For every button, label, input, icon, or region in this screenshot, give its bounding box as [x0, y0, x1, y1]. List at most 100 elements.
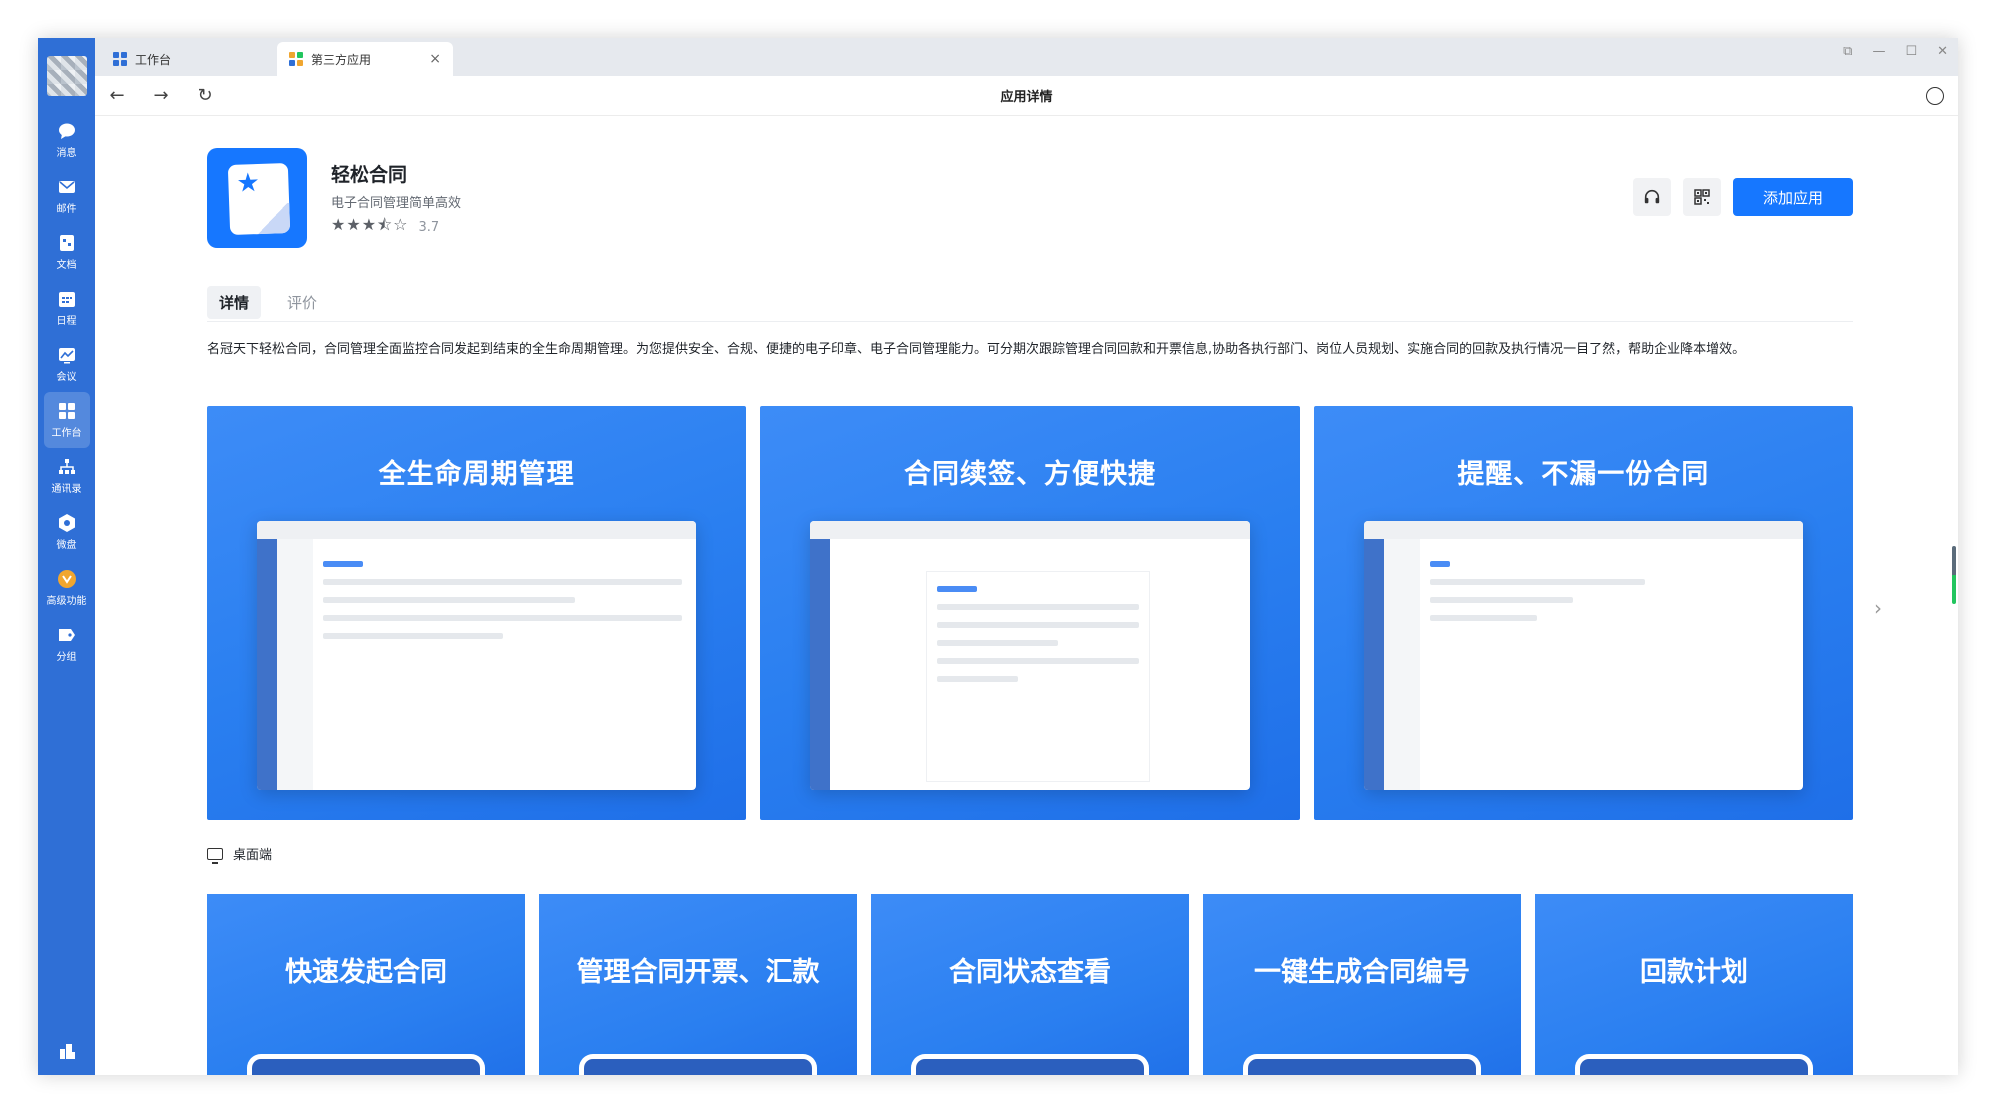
app-introduction: 名冠天下轻松合同，合同管理全面监控合同发起到结束的全生命周期管理。为您提供安全、… [207, 342, 1746, 357]
advanced-features-icon [57, 570, 76, 588]
sidebar-item-drive[interactable]: 微盘 [38, 504, 95, 560]
main-area: 工作台 第三方应用 × ⧉ — ☐ ✕ ← → ↻ 应用详情 ★ 轻松合同 电子… [95, 38, 1958, 1075]
sidebar-item-label: 分组 [56, 652, 77, 663]
sidebar-item-advanced[interactable]: 高级功能 [38, 560, 95, 616]
customer-service-button[interactable] [1633, 178, 1671, 216]
back-arrow-icon[interactable]: ← [95, 85, 139, 106]
minimize-icon[interactable]: — [1872, 44, 1885, 59]
rating-value: 3.7 [418, 220, 440, 235]
mobile-screenshot-card[interactable]: 快速发起合同 [207, 894, 525, 1075]
mobile-screenshot-card[interactable]: 管理合同开票、汇款 [539, 894, 857, 1075]
page-title: 应用详情 [1000, 90, 1053, 105]
app-rating: ★★★⯪☆ 3.7 [331, 214, 439, 241]
scrollbar[interactable] [1952, 546, 1956, 604]
sidebar-item-label: 通讯录 [51, 484, 82, 495]
phone-mockup [1575, 1054, 1813, 1075]
mobile-card-title: 一键生成合同编号 [1254, 957, 1470, 988]
chevron-right-icon[interactable]: › [1874, 596, 1882, 620]
navigation-bar: ← → ↻ 应用详情 [95, 76, 1958, 116]
tab-details[interactable]: 详情 [207, 286, 262, 319]
workbench-grid-icon [58, 403, 75, 419]
tab-third-party-apps[interactable]: 第三方应用 × [277, 42, 453, 76]
app-name: 轻松合同 [331, 164, 408, 186]
close-window-icon[interactable]: ✕ [1937, 44, 1948, 59]
app-subtitle: 电子合同管理简单高效 [331, 196, 462, 211]
sidebar-item-label: 高级功能 [46, 596, 87, 607]
sidebar-item-meeting[interactable]: 会议 [38, 336, 95, 392]
sidebar-item-mail[interactable]: 邮件 [38, 168, 95, 224]
app-detail-content: ★ 轻松合同 电子合同管理简单高效 ★★★⯪☆ 3.7 添加应用 详情 评价 名… [95, 116, 1958, 1075]
tab-workbench[interactable]: 工作台 [101, 42, 277, 76]
mobile-card-title: 回款计划 [1640, 957, 1748, 988]
sidebar-item-group[interactable]: 分组 [38, 616, 95, 672]
maximize-icon[interactable]: ☐ [1905, 44, 1917, 59]
sidebar-item-calendar[interactable]: 日程 [38, 280, 95, 336]
platform-text: 桌面端 [233, 848, 273, 863]
headset-icon [1644, 189, 1660, 204]
screenshot-title: 提醒、不漏一份合同 [1457, 459, 1710, 490]
mail-icon [58, 181, 75, 193]
mobile-screenshot-card[interactable]: 回款计划 [1535, 894, 1853, 1075]
left-sidebar: 消息 邮件 文档 日程 会议 工作台 通讯录 微盘 高级功能 分组 [38, 38, 95, 1075]
phone-mockup [1243, 1054, 1481, 1075]
sidebar-item-label: 文档 [56, 260, 77, 271]
apps-colorful-icon [289, 52, 303, 66]
app-header: ★ 轻松合同 电子合同管理简单高效 ★★★⯪☆ 3.7 添加应用 [207, 148, 1853, 248]
screenshot-title: 全生命周期管理 [378, 459, 575, 490]
group-tag-icon [58, 629, 75, 641]
avatar[interactable] [46, 56, 87, 96]
screenshot-image [257, 521, 697, 790]
phone-mockup [911, 1054, 1149, 1075]
desktop-screenshots: 全生命周期管理 合同续签、方便快捷 提醒、不漏一份合同 [207, 406, 1853, 820]
sidebar-bottom [38, 1041, 95, 1061]
forward-arrow-icon[interactable]: → [139, 85, 183, 106]
screenshot-image [810, 521, 1250, 790]
platform-label: 桌面端 [207, 844, 273, 864]
mobile-card-title: 管理合同开票、汇款 [576, 957, 820, 988]
qr-code-icon [1694, 189, 1710, 205]
screenshot-card[interactable]: 全生命周期管理 [207, 406, 747, 820]
tab-bar: 工作台 第三方应用 × ⧉ — ☐ ✕ [95, 38, 1958, 76]
sidebar-item-contacts[interactable]: 通讯录 [38, 448, 95, 504]
screenshot-title: 合同续签、方便快捷 [903, 459, 1156, 490]
app-actions: 添加应用 [1633, 178, 1853, 216]
meeting-icon [58, 348, 75, 364]
phone-mockup [579, 1054, 817, 1075]
sidebar-item-label: 微盘 [56, 540, 77, 551]
close-icon[interactable]: × [429, 51, 441, 67]
mobile-screenshot-card[interactable]: 合同状态查看 [871, 894, 1189, 1075]
mobile-screenshot-card[interactable]: 一键生成合同编号 [1203, 894, 1521, 1075]
sidebar-item-messages[interactable]: 消息 [38, 112, 95, 168]
workbench-grid-icon [113, 52, 127, 66]
document-icon [59, 235, 74, 251]
app-window: 消息 邮件 文档 日程 会议 工作台 通讯录 微盘 高级功能 分组 工作台 第三… [38, 38, 1958, 1075]
tab-label: 工作台 [135, 52, 172, 67]
app-logo: ★ [207, 148, 307, 248]
rating-stars-icon: ★★★⯪☆ [331, 215, 409, 234]
sidebar-item-workbench[interactable]: 工作台 [43, 392, 90, 448]
user-profile-icon[interactable] [1926, 86, 1944, 105]
drive-icon [58, 514, 75, 532]
sidebar-item-label: 消息 [56, 148, 77, 159]
sidebar-item-docs[interactable]: 文档 [38, 224, 95, 280]
qr-code-button[interactable] [1683, 178, 1721, 216]
building-icon[interactable] [57, 1041, 77, 1061]
sidebar-item-label: 会议 [56, 372, 77, 383]
refresh-icon[interactable]: ↻ [183, 85, 227, 106]
window-controls: ⧉ — ☐ ✕ [1843, 44, 1948, 59]
add-app-button[interactable]: 添加应用 [1733, 178, 1853, 216]
screenshot-card[interactable]: 提醒、不漏一份合同 [1313, 406, 1853, 820]
star-icon: ★ [235, 167, 261, 199]
sidebar-item-label: 工作台 [51, 428, 82, 439]
detail-tabs: 详情 评价 [207, 284, 1853, 322]
pop-out-icon[interactable]: ⧉ [1843, 44, 1852, 59]
mobile-screenshots: 快速发起合同 管理合同开票、汇款 合同状态查看 一键生成合同编号 回款计划 [207, 894, 1853, 1075]
mobile-card-title: 合同状态查看 [949, 957, 1111, 988]
sidebar-item-label: 日程 [56, 316, 77, 327]
screenshot-card[interactable]: 合同续签、方便快捷 [760, 406, 1300, 820]
tab-label: 第三方应用 [311, 52, 372, 67]
calendar-icon [58, 292, 75, 307]
tab-reviews[interactable]: 评价 [275, 286, 329, 319]
desktop-monitor-icon [207, 847, 223, 864]
chat-bubble-icon [58, 123, 75, 139]
